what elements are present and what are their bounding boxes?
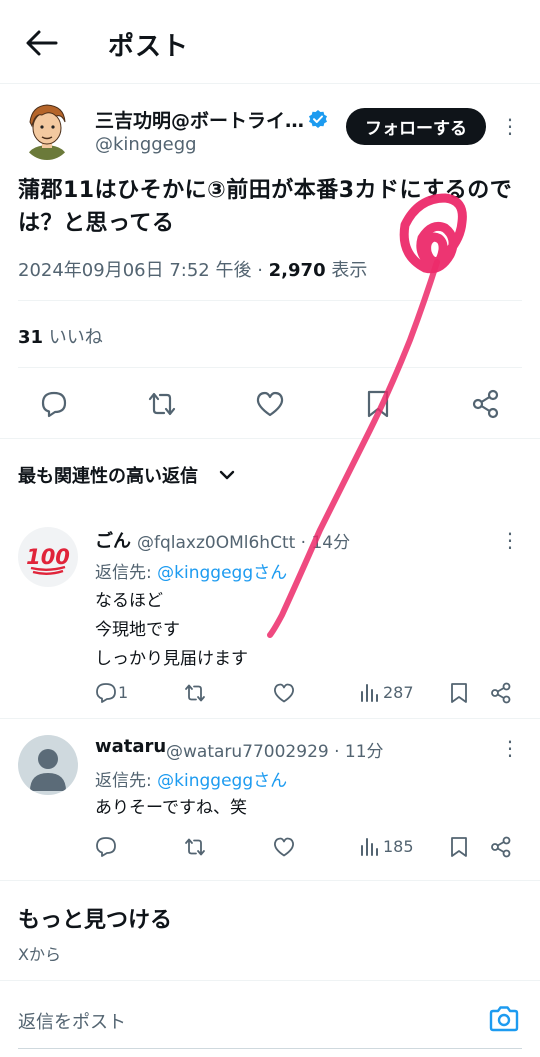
reply-author-handle[interactable]: @fqlaxz0OMl6hCtt · 14分: [137, 528, 350, 553]
reply-to-handle-link[interactable]: @kinggeggさん: [157, 563, 287, 583]
more-options-icon[interactable]: ⋮: [500, 530, 520, 550]
likes-summary[interactable]: 31 いいね: [18, 323, 103, 349]
chevron-down-icon[interactable]: [218, 466, 236, 484]
discover-subtitle: Xから: [18, 945, 61, 964]
discover-title: もっと見つける: [18, 908, 173, 933]
reply-icon[interactable]: [94, 681, 118, 705]
divider: [0, 438, 540, 439]
reply-author-name[interactable]: wataru: [95, 736, 166, 757]
meta-separator: ·: [251, 260, 269, 281]
reply-icon[interactable]: [94, 835, 118, 859]
likes-label: いいね: [43, 327, 103, 348]
views-icon[interactable]: [358, 835, 382, 859]
follow-button[interactable]: フォローする: [346, 108, 486, 145]
reply-text: なるほど 今現地です しっかり見届けます: [95, 591, 248, 669]
share-icon[interactable]: [470, 388, 502, 420]
author-avatar[interactable]: [20, 100, 74, 160]
default-person-avatar-icon: [30, 749, 66, 791]
reply-count: 1: [118, 683, 129, 702]
top-bar: ポスト: [0, 0, 540, 84]
divider: [18, 367, 522, 368]
author-name[interactable]: 三吉功明@ボートライ…: [95, 106, 304, 133]
verified-badge-icon: [309, 110, 327, 128]
bookmark-icon[interactable]: [362, 388, 394, 420]
reply-to-prefix: 返信先:: [95, 771, 158, 791]
views-count: 287: [383, 683, 414, 702]
like-icon[interactable]: [254, 388, 286, 420]
repost-icon[interactable]: [183, 681, 207, 705]
share-icon[interactable]: [489, 681, 513, 705]
reply-to-handle-link[interactable]: @kinggeggさん: [157, 771, 287, 791]
likes-count: 31: [18, 327, 44, 348]
reply-avatar[interactable]: 100: [18, 527, 78, 587]
cartoon-face-icon: [20, 100, 74, 160]
divider: [0, 980, 540, 981]
views-count: 185: [383, 837, 414, 856]
repost-icon[interactable]: [146, 388, 178, 420]
replies-sort-label[interactable]: 最も関連性の高い返信: [18, 462, 198, 488]
divider: [0, 880, 540, 881]
more-options-icon[interactable]: ⋮: [500, 738, 520, 758]
bookmark-icon[interactable]: [447, 835, 471, 859]
reply-author-name[interactable]: ごん: [95, 527, 131, 553]
divider: [18, 300, 522, 301]
page-title: ポスト: [108, 32, 190, 62]
camera-icon[interactable]: [488, 1004, 520, 1034]
input-underline: [18, 1048, 522, 1049]
back-arrow-icon[interactable]: [24, 28, 58, 58]
views-icon[interactable]: [358, 681, 382, 705]
more-options-icon[interactable]: ⋮: [500, 116, 520, 136]
reply-text: ありそーですね、笑: [95, 798, 247, 818]
repost-icon[interactable]: [183, 835, 207, 859]
post-text: 蒲郡11はひそかに③前田が本番3カドにするのでは？と思ってる: [18, 178, 513, 236]
post-timestamp[interactable]: 2024年09月06日 7:52 午後: [18, 260, 251, 281]
like-icon[interactable]: [272, 835, 296, 859]
reply-author-handle[interactable]: @wataru77002929 · 11分: [166, 737, 384, 762]
reply-compose-input[interactable]: 返信をポスト: [18, 1008, 126, 1034]
reply-icon[interactable]: [38, 388, 70, 420]
views-count: 2,970: [268, 260, 326, 281]
author-handle[interactable]: @kinggegg: [95, 134, 197, 155]
divider: [0, 718, 540, 719]
svg-text:100: 100: [26, 545, 70, 569]
like-icon[interactable]: [272, 681, 296, 705]
reply-to-prefix: 返信先:: [95, 563, 158, 583]
reply-avatar[interactable]: [18, 735, 78, 795]
bookmark-icon[interactable]: [447, 681, 471, 705]
views-label: 表示: [325, 260, 368, 281]
reply-to-line: 返信先: @kinggeggさん: [95, 766, 287, 791]
hundred-points-icon: 100: [26, 545, 70, 575]
post-meta: 2024年09月06日 7:52 午後 · 2,970 表示: [18, 256, 367, 282]
share-icon[interactable]: [489, 835, 513, 859]
reply-to-line: 返信先: @kinggeggさん: [95, 558, 287, 583]
